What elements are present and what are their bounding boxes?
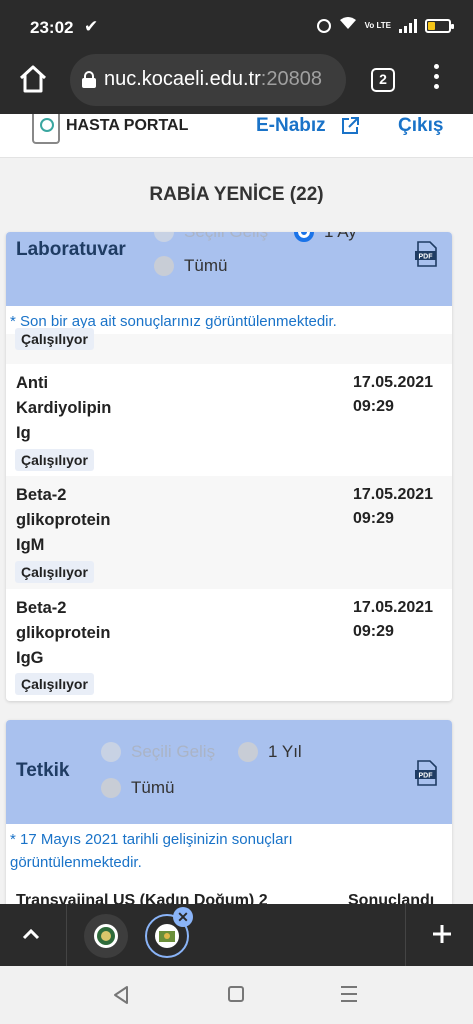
radio-all[interactable]: Tümü [154,256,227,276]
browser-toolbar: nuc.kocaeli.edu.tr:20808 2 [0,48,473,114]
radio-dot [101,778,121,798]
test-date: 17.05.2021 [353,599,434,616]
radio-label: 1 Yıl [268,742,302,761]
tetkik-title: Tetkik [16,760,70,781]
radio-dot-checked [294,232,314,242]
test-datetime: 17.05.2021 09:29 [353,483,433,531]
status-badge: Çalışılıyor [15,328,94,350]
status-icons: Vo LTE [316,16,454,35]
logout-link[interactable]: Çıkış [398,115,443,137]
table-row[interactable]: Çalışılıyor [6,328,452,364]
web-page: HASTA PORTAL E-Nabız Çıkış RABİA YENİCE … [0,114,473,904]
test-name-line: Beta-2 [16,599,67,617]
home-square-icon[interactable] [228,986,244,1002]
clock: 23:02 [30,18,74,37]
laboratory-card: Laboratuvar Seçili Geliş 1 Ay Tümü PDF *… [6,232,452,701]
note-line: * 17 Mayıs 2021 tarihli gelişinizin sonu… [10,831,293,848]
external-link-icon[interactable] [340,116,360,136]
radio-label: 1 Ay [324,232,357,242]
table-row[interactable]: Beta-2 glikoprotein IgM 17.05.2021 09:29… [6,476,452,589]
status-badge: Çalışılıyor [15,449,94,471]
tetkik-note: * 17 Mayıs 2021 tarihli gelişinizin sonu… [10,828,293,874]
test-date: 17.05.2021 [353,374,434,391]
radio-selected-visit[interactable]: Seçili Geliş [101,742,215,762]
test-name: Beta-2 glikoprotein IgG [16,596,146,671]
wifi-icon [339,16,357,35]
test-name[interactable]: Transvajinal US (Kadın Doğum) 2 [16,892,268,904]
address-bar[interactable]: nuc.kocaeli.edu.tr:20808 [70,54,346,106]
tab-switcher-button[interactable]: 2 [371,68,395,92]
svg-text:PDF: PDF [419,773,434,780]
pdf-download-icon[interactable]: PDF [414,241,438,267]
test-time: 09:29 [353,623,394,640]
pdf-download-icon[interactable]: PDF [414,760,438,786]
test-date: 17.05.2021 [353,486,434,503]
home-icon[interactable] [16,62,50,96]
new-tab-plus-icon[interactable] [424,916,460,952]
laboratory-card-header: Laboratuvar Seçili Geliş 1 Ay Tümü PDF [6,232,452,306]
test-name-line: glikoprotein [16,511,111,529]
alarm-icon [316,18,331,33]
tetkik-card: Tetkik Seçili Geliş 1 Yıl Tümü PDF * 17 … [6,720,452,904]
portal-logo-icon [32,114,60,144]
radio-one-year[interactable]: 1 Yıl [238,742,302,762]
test-datetime: 17.05.2021 09:29 [353,371,433,419]
status-bar: 23:02 ✔ Vo LTE [0,0,473,48]
laboratory-title: Laboratuvar [16,239,126,260]
radio-selected-visit[interactable]: Seçili Geliş [154,232,268,242]
test-name-line: IgM [16,536,45,554]
table-row[interactable]: Anti Kardiyolipin Ig 17.05.2021 09:29 Ça… [6,364,452,476]
download-complete-icon: ✔ [84,17,99,36]
portal-header: HASTA PORTAL E-Nabız Çıkış [0,114,473,158]
signal-icon [399,18,417,33]
radio-dot [154,232,174,242]
lock-icon [82,71,96,88]
radio-label: Seçili Geliş [131,742,216,761]
university-logo-icon [93,923,119,949]
radio-label: Seçili Geliş [184,232,268,242]
test-time: 09:29 [353,398,394,415]
table-row[interactable]: Beta-2 glikoprotein IgG 17.05.2021 09:29… [6,589,452,701]
radio-dot [154,256,174,276]
test-name-line: Beta-2 [16,486,67,504]
url-text: nuc.kocaeli.edu.tr:20808 [104,68,322,90]
test-name: Beta-2 glikoprotein IgM [16,483,146,558]
radio-label: Tümü [131,778,175,797]
test-name-line: Ig [16,424,31,442]
svg-text:PDF: PDF [419,254,434,261]
battery-icon [425,18,454,33]
back-icon[interactable] [110,984,132,1006]
hospital-logo-icon [154,923,180,949]
test-time: 09:29 [353,510,394,527]
divider [405,904,406,966]
test-name: Anti Kardiyolipin Ig [16,371,146,446]
test-datetime: 17.05.2021 09:29 [353,596,433,644]
tetkik-card-header: Tetkik Seçili Geliş 1 Yıl Tümü PDF [6,720,452,824]
divider [66,904,67,966]
recents-menu-icon[interactable] [341,986,357,1004]
patient-name: RABİA YENİCE (22) [149,184,324,205]
test-name-line: glikoprotein [16,624,111,642]
status-badge: Çalışılıyor [15,673,94,695]
chevron-up-icon[interactable] [12,916,50,954]
more-menu-icon[interactable] [430,64,442,96]
portal-title: HASTA PORTAL [66,117,189,134]
note-line: görüntülenmektedir. [10,854,142,871]
browser-tab[interactable] [84,914,128,958]
status-text: Sonuçlandı [348,892,435,904]
radio-dot [238,742,258,762]
enabiz-link[interactable]: E-Nabız [256,115,326,137]
radio-all[interactable]: Tümü [101,778,174,798]
system-nav-bar [0,966,473,1024]
test-name-line: IgG [16,649,44,667]
test-name-line: Kardiyolipin [16,399,112,417]
radio-dot [101,742,121,762]
radio-one-month[interactable]: 1 Ay [294,232,357,242]
tab-strip: ✕ [0,904,473,966]
radio-label: Tümü [184,256,228,275]
status-badge: Çalışılıyor [15,561,94,583]
close-tab-icon[interactable]: ✕ [173,907,193,927]
volte-icon: Vo LTE [364,20,391,30]
test-name-line: Anti [16,374,49,392]
